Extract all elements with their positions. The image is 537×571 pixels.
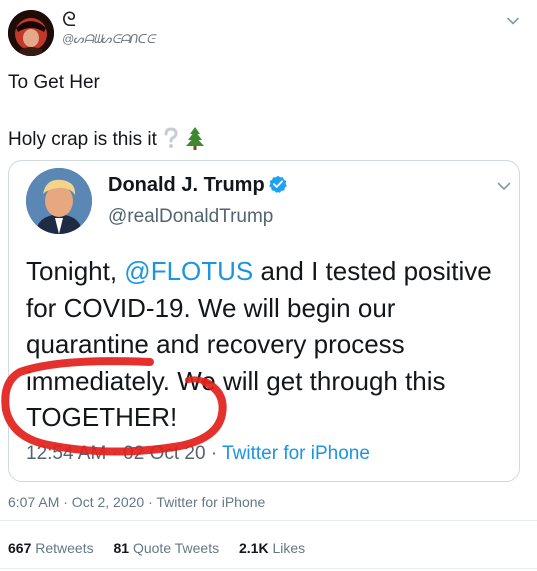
quotes-count: 81 — [113, 540, 130, 556]
retweets-stat[interactable]: 667 Retweets — [8, 540, 94, 556]
quote-tweets-stat[interactable]: 81 Quote Tweets — [114, 540, 220, 556]
likes-count: 2.1K — [239, 540, 269, 556]
quoted-meta-separator: · — [205, 443, 223, 464]
quoted-time[interactable]: 12:54 AM · 02 Oct 20 — [26, 443, 206, 464]
quoted-body-part-1: Tonight, — [26, 256, 125, 286]
bottom-divider — [0, 568, 537, 569]
quoted-chevron-down-icon[interactable] — [496, 178, 512, 194]
quoted-author-name[interactable]: Donald J. Trump — [108, 173, 287, 197]
quoted-tweet-body: Tonight, @FLOTUS and I tested positive f… — [26, 253, 516, 436]
quoted-author-name-text: Donald J. Trump — [108, 174, 265, 196]
quotes-label: Quote Tweets — [132, 540, 220, 556]
retweets-count: 667 — [8, 540, 32, 556]
tweet-text-line-1: To Get Her — [8, 72, 100, 93]
likes-label: Likes — [272, 540, 306, 556]
quoted-avatar[interactable] — [26, 168, 92, 234]
author-handle[interactable]: @ᔕᗩᗯᔕᕮᗩᑎᑕᕮ — [62, 32, 155, 46]
verified-badge-icon — [268, 175, 287, 193]
quoted-avatar-image — [26, 168, 92, 234]
divider — [0, 520, 537, 521]
tweet-timestamp[interactable]: 6:07 AM · Oct 2, 2020 · Twitter for iPho… — [8, 493, 265, 511]
question-icon — [164, 127, 178, 148]
avatar[interactable] — [8, 10, 54, 56]
mention-link[interactable]: @FLOTUS — [124, 256, 253, 286]
quoted-source-link[interactable]: Twitter for iPhone — [222, 443, 370, 464]
likes-stat[interactable]: 2.1K Likes — [239, 540, 305, 556]
tweet-text-line-2-text: Holy crap is this it — [8, 129, 157, 150]
engagement-stats: 667 Retweets 81 Quote Tweets 2.1K Likes — [8, 539, 321, 557]
author-display-name[interactable]: ᘓ — [62, 10, 76, 30]
quoted-author-handle[interactable]: @realDonaldTrump — [108, 205, 273, 229]
retweets-label: Retweets — [35, 540, 94, 556]
tweet-text-line-2: Holy crap is this it — [8, 126, 205, 151]
tree-icon — [185, 127, 204, 150]
quoted-meta: 12:54 AM · 02 Oct 20 · Twitter for iPhon… — [26, 442, 370, 466]
avatar-image — [8, 10, 54, 56]
chevron-down-icon[interactable] — [506, 14, 520, 28]
